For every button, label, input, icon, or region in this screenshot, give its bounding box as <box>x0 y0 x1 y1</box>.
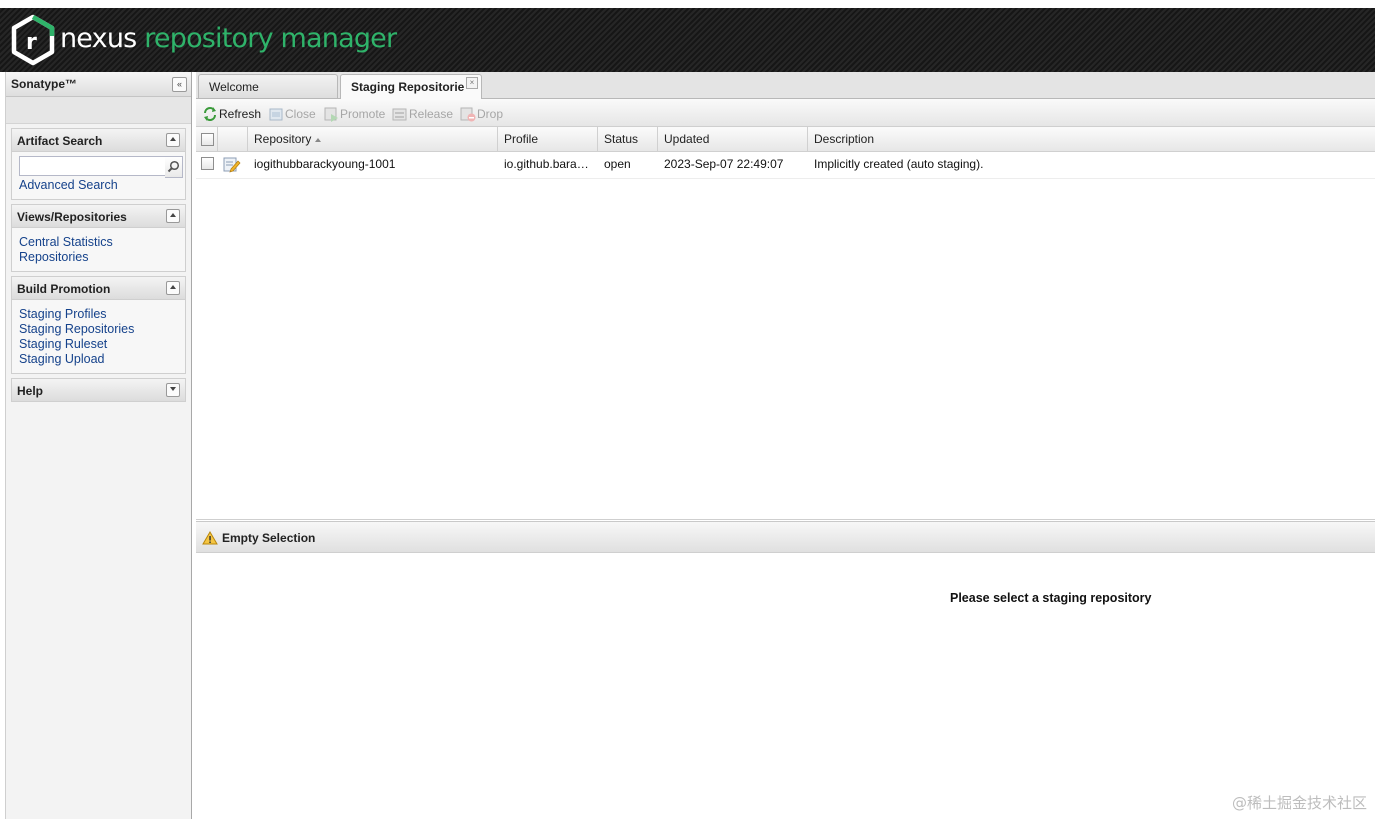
app-header: r nexus repository manager <box>0 8 1375 72</box>
empty-selection-message: Please select a staging repository <box>950 591 1152 605</box>
cell-profile: io.github.bara… <box>504 157 589 171</box>
detail-panel-header: Empty Selection <box>196 521 1375 553</box>
close-tab-icon[interactable]: × <box>466 77 478 89</box>
select-all-cell <box>196 127 218 151</box>
collapse-panel-icon[interactable] <box>166 209 180 223</box>
panel-artifact-search: Artifact Search Advanced Search <box>11 128 186 200</box>
detail-panel: Empty Selection Please select a staging … <box>196 521 1375 819</box>
drop-button[interactable]: Drop <box>460 106 510 122</box>
promote-icon <box>324 107 338 122</box>
detail-panel-title: Empty Selection <box>222 531 316 545</box>
search-icon[interactable] <box>165 156 183 178</box>
panel-views-repositories-header[interactable]: Views/Repositories <box>12 205 185 228</box>
panel-artifact-search-header[interactable]: Artifact Search <box>12 129 185 152</box>
button-label: Close <box>285 107 316 121</box>
artifact-search-input[interactable] <box>19 156 169 176</box>
panel-title: Views/Repositories <box>17 210 127 224</box>
repositories-link[interactable]: Repositories <box>19 250 178 265</box>
grid-header: Repository Profile Status Updated Descri… <box>196 127 1375 152</box>
release-icon <box>392 108 407 121</box>
cell-repository: iogithubbarackyoung-1001 <box>254 157 396 171</box>
panel-help: Help <box>11 378 186 402</box>
warning-icon <box>202 531 218 545</box>
tab-label: Welcome <box>209 80 259 94</box>
panel-build-promotion: Build Promotion Staging Profiles Staging… <box>11 276 186 374</box>
double-chevron-left-icon[interactable]: « <box>172 77 187 92</box>
nexus-logo-icon: r <box>11 14 55 66</box>
column-header-repository[interactable]: Repository <box>248 127 498 151</box>
refresh-icon <box>204 107 216 121</box>
panel-views-repositories: Views/Repositories Central Statistics Re… <box>11 204 186 272</box>
panel-title: Build Promotion <box>17 282 111 296</box>
button-label: Release <box>409 107 454 121</box>
close-button[interactable]: Close <box>268 106 320 122</box>
central-statistics-link[interactable]: Central Statistics <box>19 235 178 250</box>
brand-word-repository-manager: repository manager <box>144 23 397 54</box>
advanced-search-link[interactable]: Advanced Search <box>19 178 178 193</box>
staging-profiles-link[interactable]: Staging Profiles <box>19 307 178 322</box>
collapse-panel-icon[interactable] <box>166 281 180 295</box>
sidebar-header: Sonatype™ « <box>6 72 191 97</box>
sidebar-title: Sonatype™ <box>11 77 78 91</box>
panel-title: Help <box>17 384 44 398</box>
release-button[interactable]: Release <box>392 106 458 122</box>
column-header-status[interactable]: Status <box>598 127 658 151</box>
column-header-updated[interactable]: Updated <box>658 127 808 151</box>
panel-help-header[interactable]: Help <box>12 379 185 401</box>
row-checkbox[interactable] <box>201 157 214 170</box>
panel-build-promotion-header[interactable]: Build Promotion <box>12 277 185 300</box>
tab-welcome[interactable]: Welcome <box>198 74 338 98</box>
cell-description: Implicitly created (auto staging). <box>814 157 984 171</box>
drop-icon <box>460 107 476 122</box>
column-label: Status <box>604 132 639 146</box>
tab-staging-repositories[interactable]: Staging Repositorie × <box>340 74 482 99</box>
sidebar-toolbar-strip <box>6 97 191 124</box>
column-label: Updated <box>664 132 710 146</box>
tab-label: Staging Repositorie <box>351 80 465 94</box>
left-sidebar: Sonatype™ « Artifact Search Advanced Sea… <box>5 72 192 819</box>
close-repo-icon <box>269 108 283 121</box>
main-area: Welcome Staging Repositorie × Refresh Cl… <box>196 72 1375 819</box>
staging-repositories-link[interactable]: Staging Repositories <box>19 322 178 337</box>
brand-title: nexus repository manager <box>60 23 397 55</box>
brand-word-nexus: nexus <box>60 23 137 54</box>
staging-ruleset-link[interactable]: Staging Ruleset <box>19 337 178 352</box>
collapse-panel-icon[interactable] <box>166 133 180 147</box>
column-label: Description <box>814 132 875 146</box>
column-header-profile[interactable]: Profile <box>498 127 598 151</box>
artifact-search-row <box>19 156 183 178</box>
expand-panel-icon[interactable] <box>166 383 180 397</box>
panel-title: Artifact Search <box>17 134 103 148</box>
tab-bar: Welcome Staging Repositorie × <box>196 72 1375 99</box>
staging-upload-link[interactable]: Staging Upload <box>19 352 178 367</box>
svg-text:r: r <box>26 30 37 55</box>
sort-ascending-icon <box>315 137 322 142</box>
cell-status: open <box>604 157 631 171</box>
cell-updated: 2023-Sep-07 22:49:07 <box>664 157 784 171</box>
table-row[interactable]: iogithubbarackyoung-1001 io.github.bara…… <box>196 152 1375 179</box>
staging-toolbar: Refresh Close Promote Release Drop <box>196 99 1375 127</box>
promote-button[interactable]: Promote <box>323 106 389 122</box>
refresh-button[interactable]: Refresh <box>202 106 266 122</box>
icon-column-header <box>218 127 248 151</box>
column-header-description[interactable]: Description <box>808 127 1375 151</box>
button-label: Drop <box>477 107 504 121</box>
staging-repositories-grid: Repository Profile Status Updated Descri… <box>196 127 1375 520</box>
button-label: Refresh <box>219 107 262 121</box>
watermark: @稀土掘金技术社区 <box>1231 794 1367 812</box>
button-label: Promote <box>340 107 386 121</box>
column-label: Repository <box>254 132 312 146</box>
select-all-checkbox[interactable] <box>201 133 214 146</box>
edit-repository-icon <box>223 157 241 173</box>
column-label: Profile <box>504 132 539 146</box>
